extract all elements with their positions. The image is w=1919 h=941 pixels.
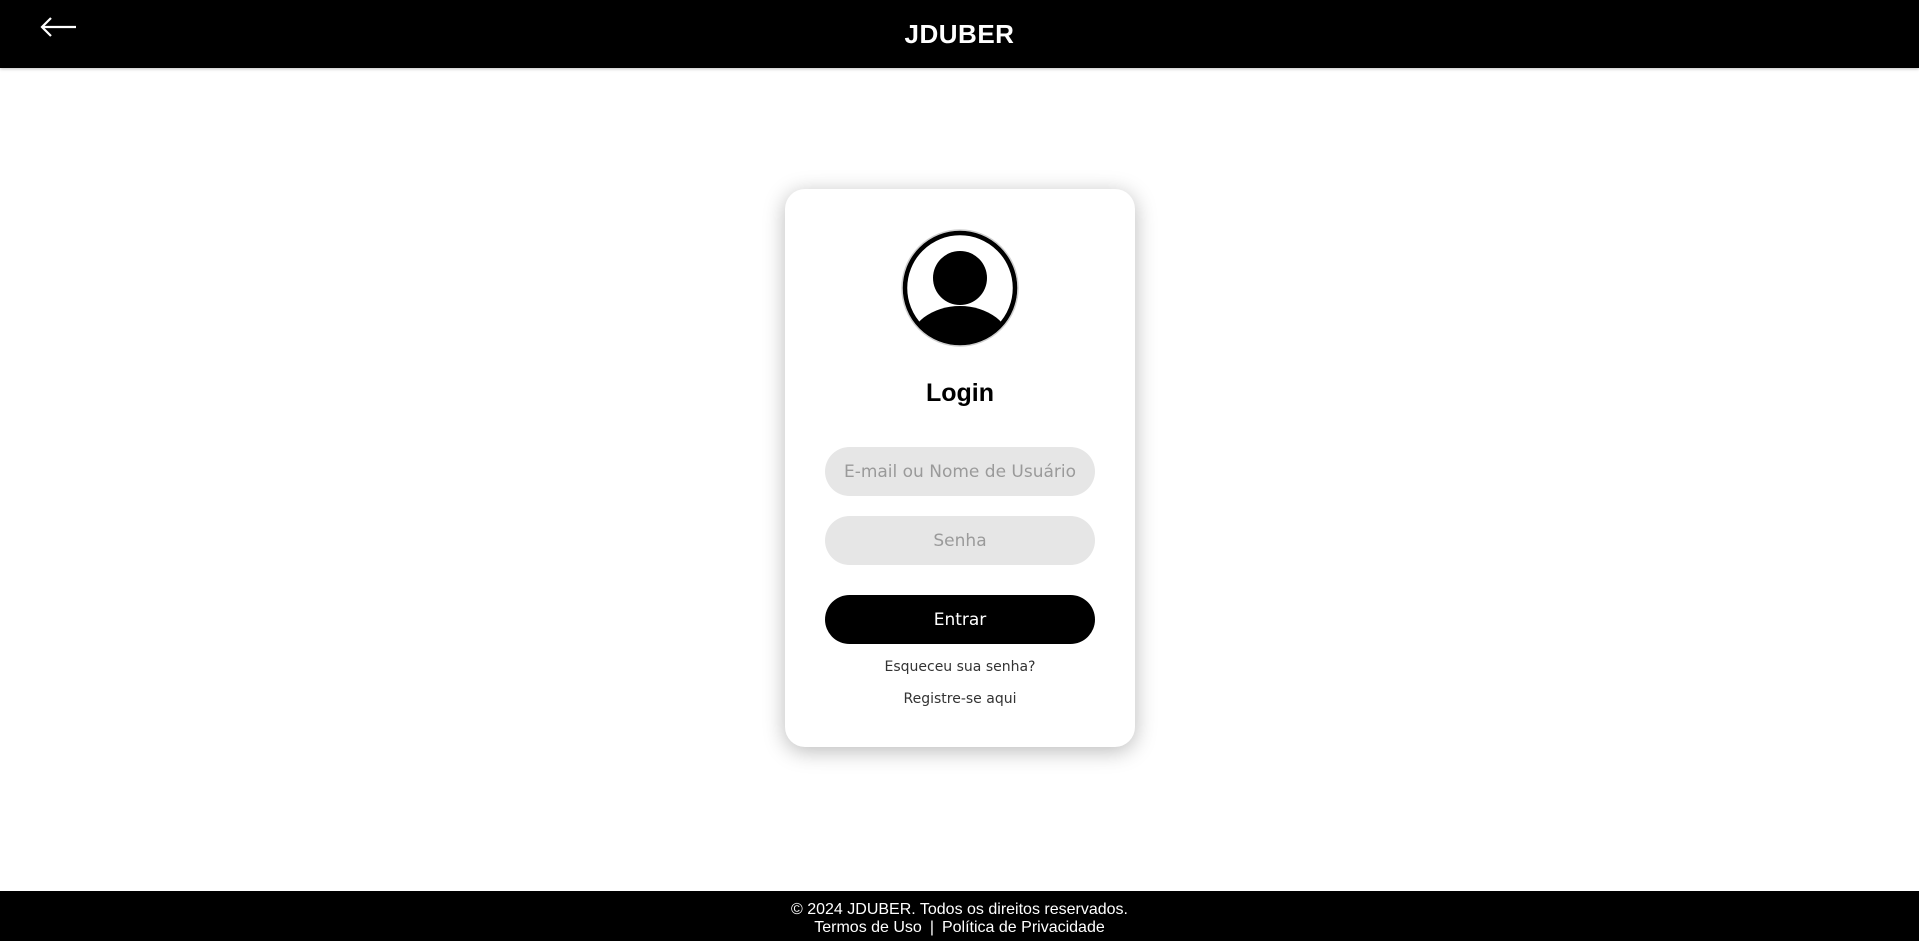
user-avatar-icon — [901, 229, 1019, 347]
email-or-username-input[interactable] — [825, 447, 1095, 496]
register-link[interactable]: Registre-se aqui — [785, 691, 1135, 707]
footer-separator: | — [929, 919, 934, 936]
top-header: JDUBER — [0, 0, 1919, 68]
forgot-password-link[interactable]: Esqueceu sua senha? — [785, 659, 1135, 675]
login-heading: Login — [925, 379, 995, 407]
privacy-link[interactable]: Política de Privacidade — [942, 919, 1105, 936]
login-submit-button[interactable]: Entrar — [825, 595, 1095, 644]
login-card: Login Entrar Esqueceu sua senha? Registr… — [785, 189, 1135, 747]
terms-link[interactable]: Termos de Uso — [814, 919, 922, 936]
copyright-text: © 2024 JDUBER. Todos os direitos reserva… — [791, 901, 1128, 918]
password-input[interactable] — [825, 516, 1095, 565]
footer-links: Termos de Uso | Política de Privacidade — [0, 919, 1919, 937]
brand-title: JDUBER — [904, 19, 1015, 49]
page-footer: © 2024 JDUBER. Todos os direitos reserva… — [0, 891, 1919, 941]
